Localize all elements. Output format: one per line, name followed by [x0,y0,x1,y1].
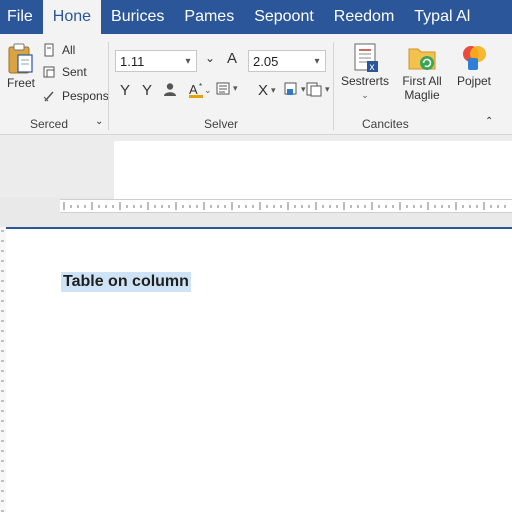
paste-label: Freet [6,76,35,90]
highlight-icon[interactable]: ▾ [284,82,306,97]
first-all-maglie-label: First All Maglie [402,74,442,102]
font-size-value: 2.05 [253,53,279,69]
horizontal-ruler[interactable] [60,199,512,213]
document-page[interactable]: Table on column [6,227,512,512]
person-icon[interactable] [163,82,177,97]
sestrerts-button[interactable]: x Sestrerts ⌄ [338,42,392,102]
pojpet-button[interactable]: Pojpet [452,42,496,88]
word-window: File Hone Burices Pames Sepoont Reedom T… [0,0,512,512]
tab-file[interactable]: File [0,0,43,34]
tab-typal-ai[interactable]: Typal Al [404,0,480,34]
italic-y-button[interactable]: Y [142,82,152,99]
svg-text:*: * [199,82,202,91]
chevron-down-icon: ▾ [314,55,320,67]
group-separator [333,42,334,130]
tab-burices[interactable]: Burices [101,0,174,34]
font-dropdown-icon[interactable]: ⌄ [205,51,215,65]
tab-home[interactable]: Hone [42,0,102,34]
previous-page-edge [114,141,512,201]
clipboard-item-all: All [62,43,76,57]
font-size-letter: A [227,50,238,67]
font-color-button[interactable]: A * ⌄ [188,82,214,98]
brush-icon [42,89,56,103]
tab-pames[interactable]: Pames [174,0,244,34]
chevron-down-icon: ▾ [185,55,191,67]
list-icon[interactable]: ▾ [216,82,238,95]
ribbon-tab-bar: File Hone Burices Pames Sepoont Reedom T… [0,0,512,34]
styles-icon[interactable]: ▾ [306,82,330,97]
collapse-ribbon-icon[interactable]: ⌃ [485,116,493,127]
svg-text:⌄: ⌄ [204,85,212,95]
bold-y-button[interactable]: Y [120,82,130,99]
cut-button[interactable]: All [42,43,75,57]
folder-sync-icon [406,42,438,74]
font-group-label: Selver [204,117,239,131]
clear-format-button[interactable]: Χ ▾ [258,82,276,99]
clipboard-item-pespons: Pespons [62,89,109,103]
copy-icon [42,43,56,57]
ruler-ticks [63,202,506,210]
font-name-value: 1.11 [120,53,145,69]
font-name-select[interactable]: 1.11 ▾ [115,50,197,72]
selected-document-text[interactable]: Table on column [61,272,191,292]
first-all-maglie-button[interactable]: First All Maglie [398,42,446,102]
editing-group-label: Cancites [362,117,409,131]
app-logo-icon [459,42,489,74]
paste-small-icon [42,65,56,79]
document-workspace: Table on column [0,135,512,512]
chevron-down-icon: ⌄ [361,90,369,100]
clipboard-launcher-icon[interactable]: ⌄ [95,116,103,127]
pojpet-label: Pojpet [456,74,492,88]
tab-reedom[interactable]: Reedom [324,0,404,34]
clipboard-icon [6,42,36,76]
clipboard-item-sent: Sent [62,65,87,79]
group-separator [108,42,109,130]
sestrerts-label: Sestrerts [340,74,389,88]
document-x-icon: x [350,42,380,74]
copy-button[interactable]: Sent [42,65,87,79]
paste-button[interactable]: Freet [4,42,38,90]
svg-text:x: x [370,62,375,73]
font-size-select[interactable]: 2.05 ▾ [248,50,326,72]
svg-text:A: A [189,82,198,97]
tab-sepoont[interactable]: Sepoont [244,0,324,34]
ribbon: Freet All Sent Pespons Serced ⌄ 1.11 ▾ ⌄… [0,34,512,135]
format-painter-button[interactable]: Pespons [42,89,109,103]
clipboard-group-label: Serced [30,117,69,131]
